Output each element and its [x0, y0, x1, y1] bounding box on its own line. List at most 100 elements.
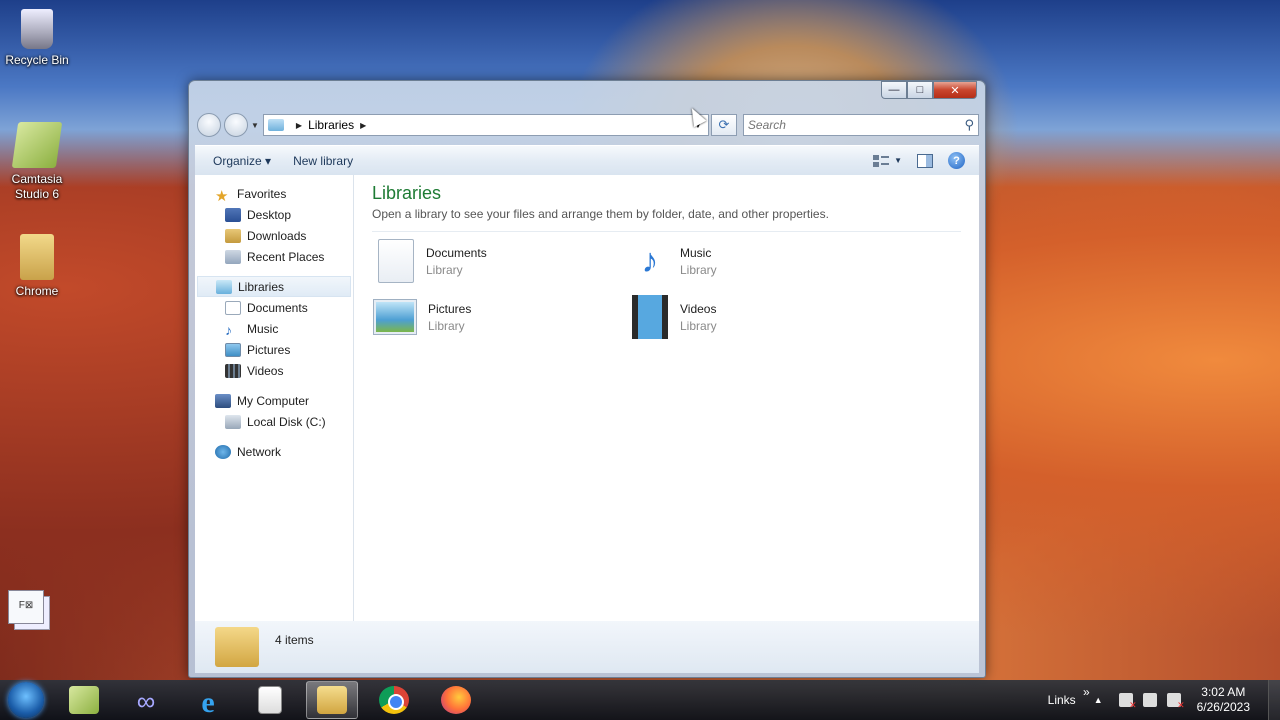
nav-desktop[interactable]: Desktop	[195, 204, 353, 225]
content-area: ★ Favorites Desktop Downloads Recent Pla…	[195, 175, 979, 621]
taskbar: ∞ e Links » ▲ 3:02 AM 6/26/2023	[0, 680, 1280, 720]
desktop-icon-label: Chrome	[15, 284, 59, 298]
desktop-icon-label: Recycle Bin	[5, 53, 69, 67]
recent-places-icon	[225, 249, 241, 264]
nav-favorites[interactable]: ★ Favorites	[195, 183, 353, 205]
taskbar-camtasia[interactable]	[58, 681, 110, 719]
taskbar-chrome[interactable]	[368, 681, 420, 719]
refresh-button[interactable]: ⟳	[710, 114, 737, 136]
documents-icon	[225, 300, 241, 315]
network-status-icon[interactable]	[1142, 693, 1157, 707]
clock-date: 6/26/2023	[1196, 700, 1250, 714]
library-item-documents[interactable]: Documents Library	[372, 238, 626, 284]
system-clock[interactable]: 3:02 AM 6/26/2023	[1197, 685, 1250, 715]
desktop-icon-chrome-folder[interactable]: Chrome	[0, 234, 74, 299]
taskbar-notepad[interactable]	[244, 681, 296, 719]
search-icon[interactable]: ⚲	[964, 117, 974, 133]
nav-libraries[interactable]: Libraries	[197, 276, 351, 297]
nav-music[interactable]: ♪ Music	[195, 318, 353, 339]
maximize-button[interactable]: □	[907, 81, 933, 99]
library-grid: Documents Library ♪ Music Library Pictures…	[372, 238, 961, 340]
downloads-icon	[225, 228, 241, 243]
nav-recent-places[interactable]: Recent Places	[195, 246, 353, 267]
taskbar-firefox[interactable]	[430, 681, 482, 719]
links-chevron-icon[interactable]: »	[1083, 685, 1090, 699]
organize-button[interactable]: Organize ▾	[213, 154, 271, 168]
disk-drive-icon	[225, 414, 241, 429]
pictures-icon	[225, 342, 241, 357]
search-input[interactable]	[747, 118, 965, 132]
nav-pictures[interactable]: Pictures	[195, 339, 353, 360]
notepad-icon	[258, 686, 282, 714]
recent-pages-dropdown[interactable]: ▼	[251, 121, 259, 130]
library-item-pictures[interactable]: Pictures Library	[372, 294, 626, 340]
new-library-button[interactable]: New library	[293, 154, 353, 168]
clock-time: 3:02 AM	[1201, 685, 1246, 699]
explorer-window: — □ ✕ ▼ ▶ Libraries ▶ ▼ ⟳ ⚲ Organize ▾ N…	[188, 80, 986, 678]
star-icon: ★	[215, 187, 229, 205]
page-description: Open a library to see your files and arr…	[372, 207, 961, 232]
address-bar[interactable]: ▶ Libraries ▶ ▼	[262, 114, 709, 136]
taskbar-infinity-app[interactable]: ∞	[120, 681, 172, 719]
change-view-icon[interactable]	[872, 153, 890, 169]
breadcrumb-arrow-icon[interactable]: ▶	[296, 121, 302, 130]
minimized-window-thumbnail[interactable]: F⊠	[8, 590, 52, 630]
camtasia-icon	[69, 686, 99, 714]
firefox-icon	[441, 686, 471, 714]
back-button[interactable]	[197, 113, 221, 137]
links-toolbar[interactable]: Links »	[1048, 685, 1090, 707]
computer-icon	[215, 393, 231, 408]
music-icon: ♪	[225, 321, 232, 338]
nav-documents[interactable]: Documents	[195, 297, 353, 318]
library-item-videos[interactable]: Videos Library	[626, 294, 880, 340]
volume-muted-icon[interactable]	[1166, 693, 1185, 711]
system-tray: Links » ▲ 3:02 AM 6/26/2023	[1048, 680, 1280, 720]
nav-network[interactable]: Network	[195, 441, 353, 462]
nav-downloads[interactable]: Downloads	[195, 225, 353, 246]
navigation-bar: ▼ ▶ Libraries ▶ ▼ ⟳ ⚲	[197, 111, 979, 139]
videos-icon	[225, 363, 241, 378]
desktop-icon-camtasia[interactable]: Camtasia Studio 6	[0, 122, 74, 202]
close-button[interactable]: ✕	[933, 81, 977, 99]
breadcrumb-arrow-icon[interactable]: ▶	[360, 121, 366, 130]
taskbar-windows-explorer[interactable]	[306, 681, 358, 719]
breadcrumb-libraries[interactable]: Libraries	[308, 118, 354, 132]
command-toolbar: Organize ▾ New library ▼ ?	[195, 145, 979, 175]
item-count: 4 items	[275, 633, 314, 647]
nav-local-disk[interactable]: Local Disk (C:)	[195, 411, 353, 432]
action-center-icon[interactable]	[1118, 693, 1137, 711]
help-icon[interactable]: ?	[948, 152, 965, 169]
desktop-icon-recycle-bin[interactable]: Recycle Bin	[0, 6, 74, 68]
view-dropdown-icon[interactable]: ▼	[894, 156, 902, 165]
library-folder-icon	[267, 119, 284, 131]
desktop-icon-label: Camtasia Studio 6	[11, 172, 63, 201]
taskbar-internet-explorer[interactable]: e	[182, 681, 234, 719]
folder-icon	[20, 234, 54, 280]
internet-explorer-icon: e	[201, 686, 215, 719]
caption-buttons: — □ ✕	[881, 81, 977, 99]
forward-button[interactable]	[224, 113, 248, 137]
window-thumbnail-icon: F⊠	[8, 590, 44, 624]
start-button[interactable]	[8, 682, 44, 718]
windows-explorer-icon	[317, 686, 347, 714]
file-list-pane: Libraries Open a library to see your fil…	[354, 175, 979, 621]
music-icon: ♪	[641, 242, 659, 280]
nav-videos[interactable]: Videos	[195, 360, 353, 381]
recycle-bin-icon	[21, 9, 53, 49]
libraries-icon	[216, 279, 232, 294]
videos-icon	[632, 295, 668, 339]
chrome-icon	[379, 686, 409, 714]
details-pane: 4 items	[195, 621, 979, 673]
minimize-button[interactable]: —	[881, 81, 907, 99]
show-desktop-button[interactable]	[1268, 680, 1280, 720]
library-item-music[interactable]: ♪ Music Library	[626, 238, 880, 284]
search-box[interactable]: ⚲	[742, 114, 979, 136]
preview-pane-icon[interactable]	[916, 153, 934, 169]
camtasia-icon	[11, 122, 63, 168]
show-hidden-icons-icon[interactable]: ▲	[1094, 695, 1103, 705]
desktop-icon	[225, 207, 241, 222]
network-icon	[215, 444, 231, 459]
page-title: Libraries	[372, 183, 442, 203]
nav-my-computer[interactable]: My Computer	[195, 390, 353, 411]
navigation-pane: ★ Favorites Desktop Downloads Recent Pla…	[195, 175, 354, 621]
